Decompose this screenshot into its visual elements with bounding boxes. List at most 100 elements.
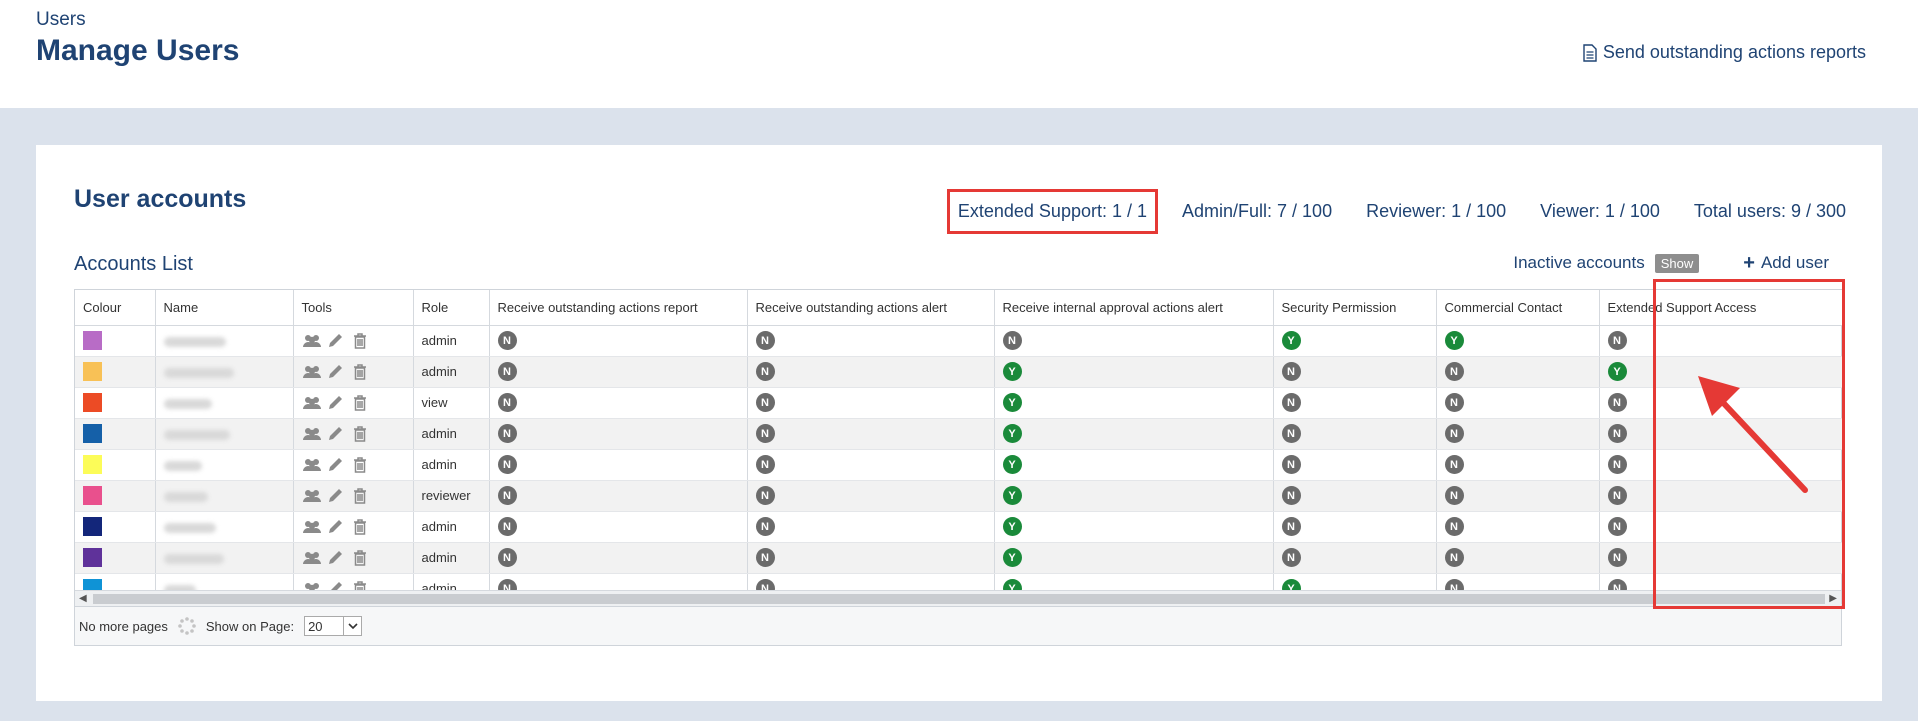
flag-no-badge[interactable]: N [1444, 486, 1464, 505]
flag-no-badge[interactable]: N [1444, 362, 1464, 381]
users-icon[interactable] [302, 518, 322, 536]
edit-pencil-icon[interactable] [326, 394, 346, 412]
table-row[interactable]: admin N N N Y Y N [75, 325, 1844, 357]
table-row[interactable]: admin N N Y N N Y [75, 356, 1844, 388]
table-row[interactable]: admin N N Y N N N [75, 418, 1844, 450]
flag-no-badge[interactable]: N [1444, 393, 1464, 412]
show-inactive-button[interactable]: Show [1654, 253, 1700, 273]
flag-no-badge[interactable]: N [1281, 393, 1301, 412]
scroll-thumb[interactable] [93, 594, 1825, 604]
flag-yes-badge[interactable]: Y [1281, 331, 1301, 350]
edit-pencil-icon[interactable] [326, 425, 346, 443]
delete-trash-icon[interactable] [350, 518, 370, 536]
users-icon[interactable] [302, 487, 322, 505]
flag-yes-badge[interactable]: Y [1607, 362, 1627, 381]
flag-no-badge[interactable]: N [1607, 517, 1627, 536]
flag-no-badge[interactable]: N [1444, 548, 1464, 567]
horizontal-scrollbar[interactable]: ◀ ▶ [75, 590, 1841, 606]
flag-yes-badge[interactable]: Y [1444, 331, 1464, 350]
table-row[interactable]: admin N N Y N N N [75, 449, 1844, 481]
flag-no-badge[interactable]: N [1444, 424, 1464, 443]
flag-no-badge[interactable]: N [1607, 424, 1627, 443]
flag-no-badge[interactable]: N [1281, 548, 1301, 567]
delete-trash-icon[interactable] [350, 487, 370, 505]
flag-no-badge[interactable]: N [1281, 362, 1301, 381]
column-header[interactable]: Tools [293, 290, 414, 326]
flag-no-badge[interactable]: N [1444, 517, 1464, 536]
flag-no-badge[interactable]: N [1002, 331, 1022, 350]
edit-pencil-icon[interactable] [326, 487, 346, 505]
flag-no-badge[interactable]: N [1444, 455, 1464, 474]
flag-yes-badge[interactable]: Y [1002, 548, 1022, 567]
flag-no-badge[interactable]: N [1281, 486, 1301, 505]
column-header[interactable]: Role [413, 290, 490, 326]
delete-trash-icon[interactable] [350, 456, 370, 474]
breadcrumb[interactable]: Users [36, 9, 86, 31]
table-row[interactable]: view N N Y N N N [75, 387, 1844, 419]
users-icon[interactable] [302, 456, 322, 474]
flag-no-badge[interactable]: N [1607, 393, 1627, 412]
edit-pencil-icon[interactable] [326, 518, 346, 536]
flag-no-badge[interactable]: N [497, 486, 517, 505]
flag-no-badge[interactable]: N [1607, 548, 1627, 567]
users-icon[interactable] [302, 425, 322, 443]
flag-no-badge[interactable]: N [497, 424, 517, 443]
edit-pencil-icon[interactable] [326, 549, 346, 567]
flag-no-badge[interactable]: N [755, 517, 775, 536]
table-row[interactable]: admin N N Y N N N [75, 542, 1844, 574]
flag-no-badge[interactable]: N [1607, 455, 1627, 474]
users-icon[interactable] [302, 332, 322, 350]
send-reports-link[interactable]: Send outstanding actions reports [1583, 42, 1866, 63]
delete-trash-icon[interactable] [350, 425, 370, 443]
page-size-select[interactable]: 20 [304, 616, 363, 636]
flag-no-badge[interactable]: N [497, 362, 517, 381]
delete-trash-icon[interactable] [350, 332, 370, 350]
flag-yes-badge[interactable]: Y [1002, 486, 1022, 505]
flag-yes-badge[interactable]: Y [1002, 455, 1022, 474]
delete-trash-icon[interactable] [350, 363, 370, 381]
scroll-left-icon[interactable]: ◀ [79, 593, 87, 604]
table-row[interactable]: admin N N Y N N N [75, 511, 1844, 543]
users-icon[interactable] [302, 363, 322, 381]
delete-trash-icon[interactable] [350, 394, 370, 412]
flag-no-badge[interactable]: N [755, 331, 775, 350]
users-icon[interactable] [302, 549, 322, 567]
column-header[interactable]: Receive internal approval actions alert [994, 290, 1274, 326]
flag-no-badge[interactable]: N [755, 362, 775, 381]
flag-no-badge[interactable]: N [755, 486, 775, 505]
column-header[interactable]: Extended Support Access [1599, 290, 1844, 326]
column-header[interactable]: Security Permission [1273, 290, 1437, 326]
flag-no-badge[interactable]: N [497, 455, 517, 474]
flag-no-badge[interactable]: N [1607, 486, 1627, 505]
column-header[interactable]: Name [155, 290, 294, 326]
delete-trash-icon[interactable] [350, 549, 370, 567]
flag-no-badge[interactable]: N [755, 424, 775, 443]
column-header[interactable]: Receive outstanding actions alert [747, 290, 995, 326]
role-cell: admin [413, 418, 490, 450]
flag-no-badge[interactable]: N [1281, 517, 1301, 536]
flag-yes-badge[interactable]: Y [1002, 517, 1022, 536]
flag-no-badge[interactable]: N [497, 393, 517, 412]
flag-no-badge[interactable]: N [755, 455, 775, 474]
flag-no-badge[interactable]: N [497, 517, 517, 536]
edit-pencil-icon[interactable] [326, 456, 346, 474]
column-header[interactable]: Commercial Contact [1436, 290, 1600, 326]
add-user-button[interactable]: + Add user [1743, 253, 1829, 273]
flag-no-badge[interactable]: N [1281, 455, 1301, 474]
flag-no-badge[interactable]: N [1607, 331, 1627, 350]
flag-no-badge[interactable]: N [755, 548, 775, 567]
column-header[interactable]: Receive outstanding actions report [489, 290, 748, 326]
flag-no-badge[interactable]: N [497, 548, 517, 567]
flag-no-badge[interactable]: N [497, 331, 517, 350]
scroll-right-icon[interactable]: ▶ [1829, 593, 1837, 604]
flag-no-badge[interactable]: N [1281, 424, 1301, 443]
flag-yes-badge[interactable]: Y [1002, 393, 1022, 412]
edit-pencil-icon[interactable] [326, 363, 346, 381]
flag-no-badge[interactable]: N [755, 393, 775, 412]
flag-yes-badge[interactable]: Y [1002, 424, 1022, 443]
table-row[interactable]: reviewer N N Y N N N [75, 480, 1844, 512]
column-header[interactable]: Colour [75, 290, 156, 326]
users-icon[interactable] [302, 394, 322, 412]
flag-yes-badge[interactable]: Y [1002, 362, 1022, 381]
edit-pencil-icon[interactable] [326, 332, 346, 350]
